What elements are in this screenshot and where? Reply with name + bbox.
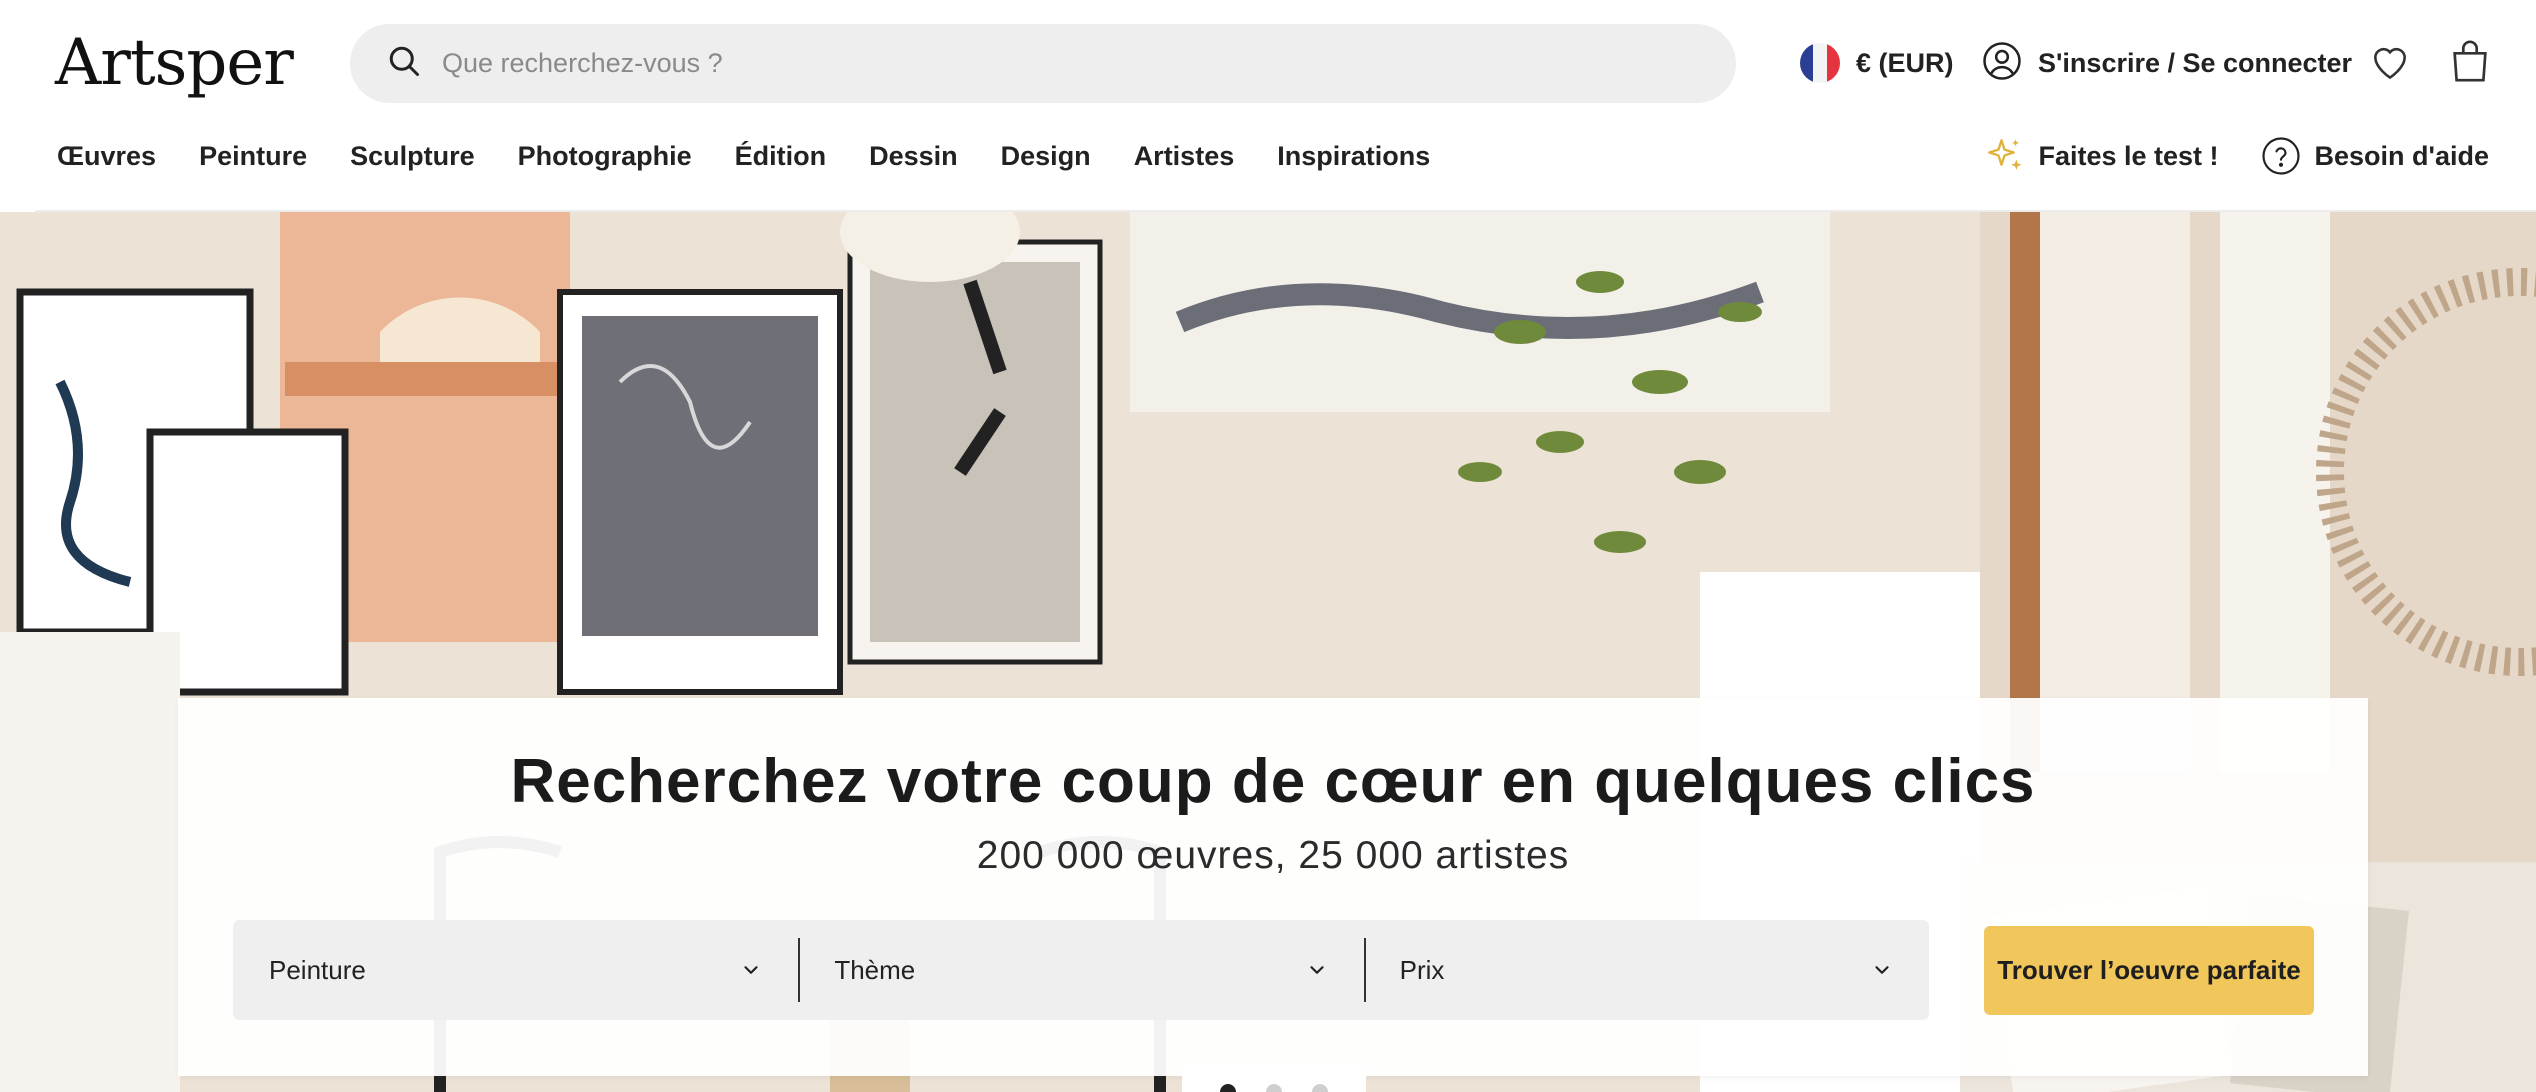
help-icon xyxy=(2261,137,2300,175)
nav-item-edition[interactable]: Édition xyxy=(735,141,826,172)
quiz-label: Faites le test ! xyxy=(2038,140,2219,171)
nav-utilities: Faites le test ! Besoin d'aide xyxy=(1984,130,2489,182)
currency-label: € (EUR) xyxy=(1856,47,1954,78)
carousel-dot-3[interactable] xyxy=(1312,1084,1328,1092)
top-header: Artsper € (EUR) S'inscrire / Se connecte… xyxy=(0,0,2536,126)
category-menu: Œuvres Peinture Sculpture Photographie É… xyxy=(57,130,1473,182)
cart-button[interactable] xyxy=(2450,38,2490,84)
art-quiz-link[interactable]: Faites le test ! xyxy=(1984,135,2219,177)
category-select-label: Peinture xyxy=(269,954,366,985)
nav-item-artistes[interactable]: Artistes xyxy=(1134,141,1235,172)
theme-select-label: Thème xyxy=(834,954,916,985)
help-label: Besoin d'aide xyxy=(2314,140,2489,171)
category-select[interactable]: Peinture xyxy=(233,920,798,1020)
artwork-finder-panel: Recherchez votre coup de cœur en quelque… xyxy=(178,698,2368,1076)
nav-item-photographie[interactable]: Photographie xyxy=(518,141,692,172)
nav-item-sculpture[interactable]: Sculpture xyxy=(350,141,475,172)
carousel-dot-1[interactable] xyxy=(1220,1084,1236,1092)
search-icon[interactable] xyxy=(386,43,422,84)
nav-item-design[interactable]: Design xyxy=(1001,141,1091,172)
france-flag-icon xyxy=(1800,43,1840,83)
price-select-label: Prix xyxy=(1399,954,1445,985)
nav-item-peinture[interactable]: Peinture xyxy=(199,141,307,172)
carousel-dot-2[interactable] xyxy=(1266,1084,1282,1092)
search-input[interactable] xyxy=(442,48,1642,79)
chevron-down-icon xyxy=(1310,966,1324,974)
hero-title: Recherchez votre coup de cœur en quelque… xyxy=(510,747,2036,816)
carousel-pagination xyxy=(1182,1064,1366,1092)
artsper-logo[interactable]: Artsper xyxy=(55,28,294,98)
filter-selects: Peinture Thème Prix xyxy=(233,920,1929,1020)
help-link[interactable]: Besoin d'aide xyxy=(2261,136,2489,176)
shopping-bag-icon xyxy=(2453,40,2487,82)
chevron-down-icon xyxy=(744,966,758,974)
nav-item-dessin[interactable]: Dessin xyxy=(869,141,958,172)
user-icon xyxy=(1982,41,2022,86)
heart-icon xyxy=(2374,47,2406,80)
account-label: S'inscrire / Se connecter xyxy=(2038,47,2353,78)
price-select[interactable]: Prix xyxy=(1363,920,1929,1020)
main-nav: Œuvres Peinture Sculpture Photographie É… xyxy=(0,130,2536,212)
currency-selector[interactable]: € (EUR) xyxy=(1800,40,1954,86)
hero-subtitle: 200 000 œuvres, 25 000 artistes xyxy=(976,834,1570,877)
search-bar[interactable] xyxy=(350,24,1736,103)
nav-item-inspirations[interactable]: Inspirations xyxy=(1277,141,1430,172)
hero-banner: Recherchez votre coup de cœur en quelque… xyxy=(0,212,2536,1092)
find-artwork-button[interactable]: Trouver l’oeuvre parfaite xyxy=(1984,926,2314,1015)
sparkles-icon xyxy=(1988,139,2023,170)
wishlist-button[interactable] xyxy=(2368,40,2412,84)
nav-item-oeuvres[interactable]: Œuvres xyxy=(57,141,156,172)
theme-select[interactable]: Thème xyxy=(798,920,1363,1020)
account-link[interactable]: S'inscrire / Se connecter xyxy=(1982,40,2352,86)
chevron-down-icon xyxy=(1875,966,1889,974)
